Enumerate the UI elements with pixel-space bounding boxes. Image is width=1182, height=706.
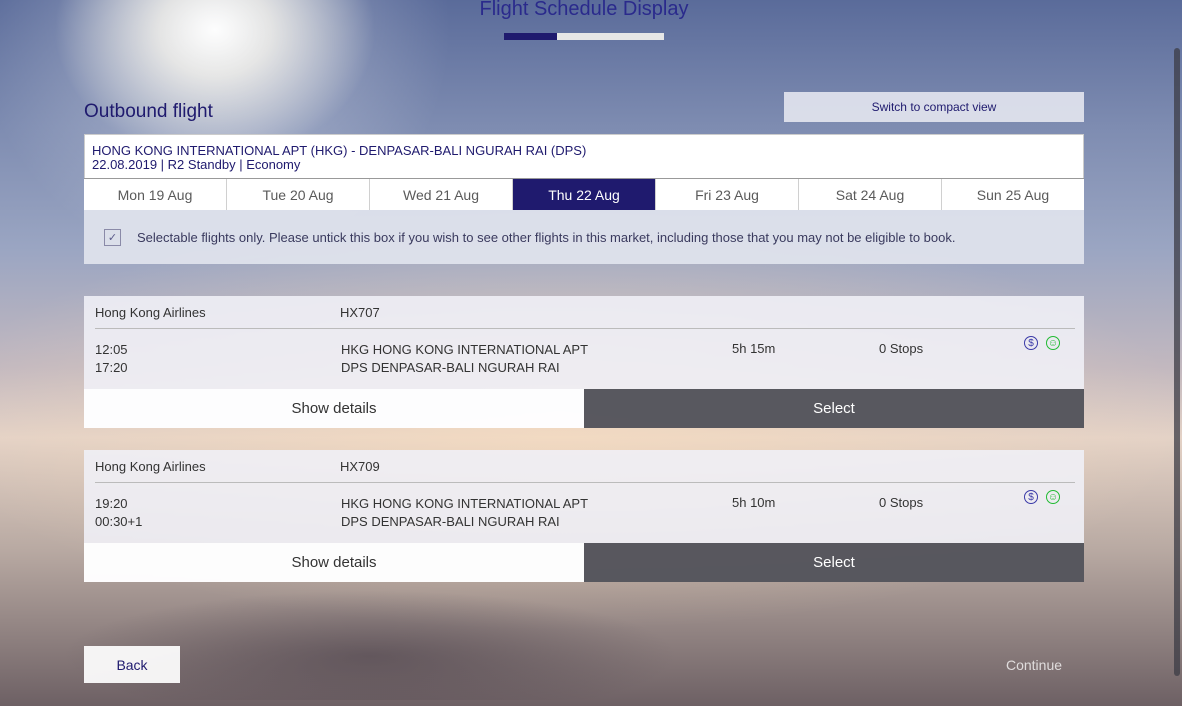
select-flight-button[interactable]: Select: [584, 389, 1084, 428]
background-island: [60, 590, 680, 700]
flight-header: Hong Kong Airlines HX709: [95, 450, 1075, 483]
smile-icon: ☺: [1046, 490, 1060, 504]
departure-airport: HKG HONG KONG INTERNATIONAL APT: [341, 496, 589, 511]
selectable-flights-checkbox[interactable]: ✓: [104, 228, 121, 246]
arrival-airport: DPS DENPASAR-BALI NGURAH RAI: [341, 360, 560, 375]
date-tab-sat-24[interactable]: Sat 24 Aug: [799, 179, 942, 210]
flight-details: 19:20 00:30+1 HKG HONG KONG INTERNATIONA…: [95, 483, 1075, 543]
date-tab-mon-19[interactable]: Mon 19 Aug: [84, 179, 227, 210]
flight-actions: Show details Select: [84, 389, 1084, 428]
selectable-flights-filter: ✓ Selectable flights only. Please untick…: [84, 210, 1084, 264]
flight-details: 12:05 17:20 HKG HONG KONG INTERNATIONAL …: [95, 329, 1075, 389]
dollar-icon: $: [1024, 336, 1038, 350]
flight-airports: HKG HONG KONG INTERNATIONAL APT DPS DENP…: [341, 341, 588, 377]
show-details-button[interactable]: Show details: [84, 543, 584, 582]
progress-bar-fill: [504, 33, 557, 40]
airline-name: Hong Kong Airlines: [95, 305, 206, 320]
flight-number: HX709: [340, 459, 380, 474]
departure-airport: HKG HONG KONG INTERNATIONAL APT: [341, 342, 589, 357]
date-tab-tue-20[interactable]: Tue 20 Aug: [227, 179, 370, 210]
flight-airports: HKG HONG KONG INTERNATIONAL APT DPS DENP…: [341, 495, 588, 531]
flight-stops: 0 Stops: [879, 495, 924, 510]
flight-duration: 5h 10m: [732, 495, 776, 510]
flight-card: Hong Kong Airlines HX709 19:20 00:30+1 H…: [84, 450, 1084, 582]
route-details: 22.08.2019 | R2 Standby | Economy: [92, 157, 301, 172]
continue-button[interactable]: Continue: [984, 646, 1084, 683]
progress-bar: [504, 33, 664, 40]
date-tab-wed-21[interactable]: Wed 21 Aug: [370, 179, 513, 210]
arrival-time: 17:20: [95, 360, 128, 375]
flight-header: Hong Kong Airlines HX707: [95, 296, 1075, 329]
departure-time: 12:05: [95, 342, 128, 357]
flight-duration: 5h 15m: [732, 341, 776, 356]
route-summary: HONG KONG INTERNATIONAL APT (HKG) - DENP…: [84, 134, 1084, 180]
outbound-flight-title: Outbound flight: [84, 101, 213, 122]
show-details-button[interactable]: Show details: [84, 389, 584, 428]
back-button[interactable]: Back: [84, 646, 180, 683]
route-title: HONG KONG INTERNATIONAL APT (HKG) - DENP…: [92, 143, 587, 158]
flight-stops: 0 Stops: [879, 341, 924, 356]
flight-actions: Show details Select: [84, 543, 1084, 582]
select-flight-button[interactable]: Select: [584, 543, 1084, 582]
departure-time: 19:20: [95, 496, 128, 511]
selectable-flights-label: Selectable flights only. Please untick t…: [137, 229, 956, 245]
arrival-airport: DPS DENPASAR-BALI NGURAH RAI: [341, 514, 560, 529]
flight-times: 19:20 00:30+1: [95, 495, 142, 531]
arrival-time: 00:30+1: [95, 514, 143, 529]
switch-compact-view-button[interactable]: Switch to compact view: [784, 92, 1084, 122]
flight-times: 12:05 17:20: [95, 341, 128, 377]
smile-icon: ☺: [1046, 336, 1060, 350]
airline-name: Hong Kong Airlines: [95, 459, 206, 474]
flight-number: HX707: [340, 305, 380, 320]
checkmark-icon: ✓: [107, 231, 118, 244]
date-tab-sun-25[interactable]: Sun 25 Aug: [942, 179, 1084, 210]
dollar-icon: $: [1024, 490, 1038, 504]
flight-card: Hong Kong Airlines HX707 12:05 17:20 HKG…: [84, 296, 1084, 428]
date-tabs: Mon 19 Aug Tue 20 Aug Wed 21 Aug Thu 22 …: [84, 178, 1084, 210]
scrollbar[interactable]: [1174, 48, 1180, 676]
page-title: Flight Schedule Display: [479, 0, 689, 20]
fare-icons: $ ☺: [1024, 336, 1060, 350]
fare-icons: $ ☺: [1024, 490, 1060, 504]
date-tab-fri-23[interactable]: Fri 23 Aug: [656, 179, 799, 210]
date-tab-thu-22[interactable]: Thu 22 Aug: [513, 179, 656, 210]
